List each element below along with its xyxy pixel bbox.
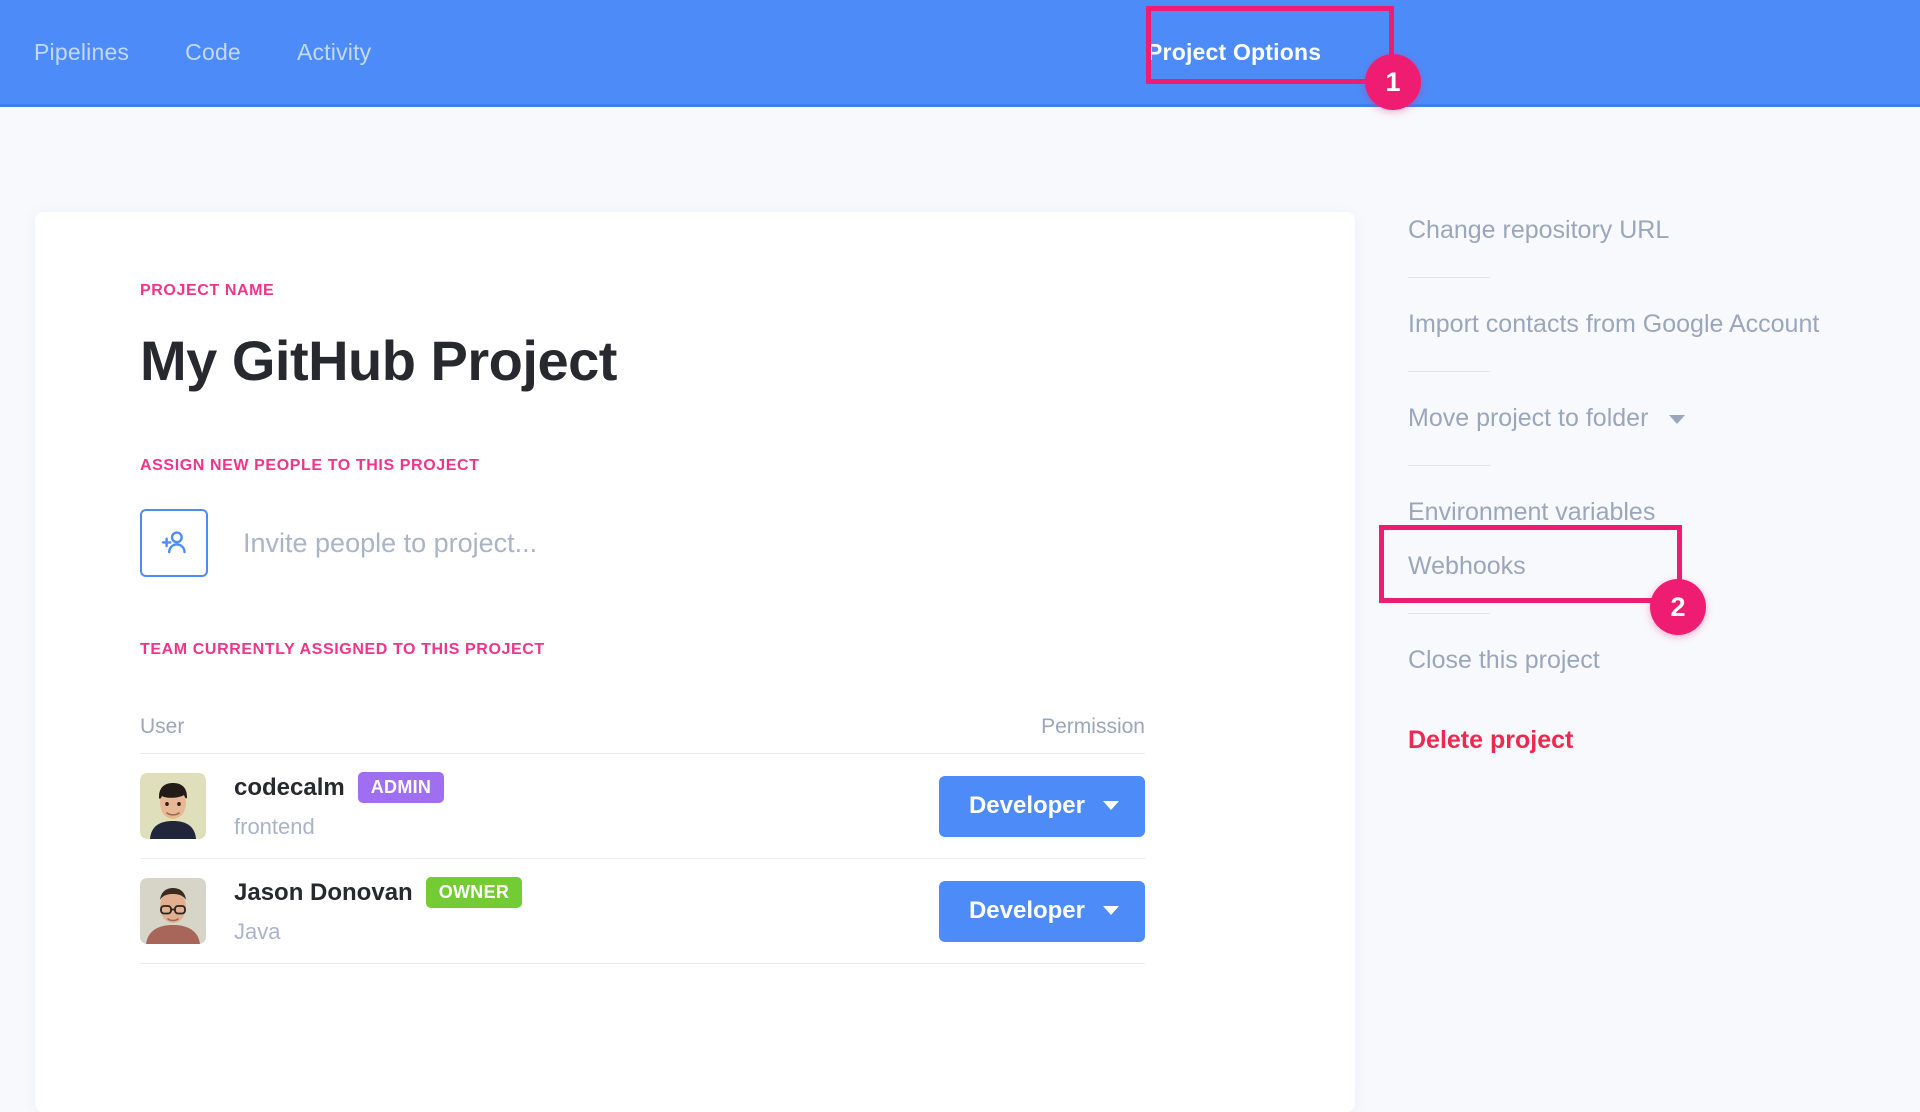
table-row: codecalm ADMIN frontend Developer [140, 754, 1145, 859]
permission-dropdown-label: Developer [968, 896, 1085, 924]
column-header-permission: Permission [1041, 715, 1145, 738]
option-import-contacts[interactable]: Import contacts from Google Account [1408, 312, 1888, 337]
permission-dropdown-label: Developer [968, 791, 1085, 819]
option-environment-variables[interactable]: Environment variables [1408, 500, 1888, 525]
status-badge: ADMIN [357, 772, 445, 803]
user-name: Jason Donovan [234, 878, 413, 906]
annotation-badge-1: 1 [1365, 54, 1421, 110]
top-navigation-bar: Pipelines Code Activity Project Options [0, 0, 1920, 107]
divider [1408, 465, 1490, 466]
nav-item-pipelines[interactable]: Pipelines [34, 39, 129, 66]
user-name: codecalm [234, 773, 345, 801]
team-table-header: User Permission [140, 715, 1145, 754]
invite-people-input[interactable]: Invite people to project... [243, 528, 537, 559]
user-info: Jason Donovan OWNER Java [234, 877, 939, 945]
invite-row: Invite people to project... [140, 509, 1355, 577]
avatar [140, 773, 206, 839]
permission-dropdown-button[interactable]: Developer [938, 775, 1145, 837]
page-title: My GitHub Project [140, 329, 617, 392]
user-subtitle: Java [234, 919, 281, 944]
nav-item-code[interactable]: Code [185, 39, 241, 66]
column-header-user: User [140, 715, 185, 738]
chevron-down-icon [1103, 801, 1119, 810]
nav-links-group: Pipelines Code Activity [34, 0, 371, 104]
user-info: codecalm ADMIN frontend [234, 772, 939, 840]
divider [1408, 277, 1490, 278]
project-options-group: Project Options [1147, 0, 1321, 104]
project-name-label: PROJECT NAME [140, 282, 275, 299]
team-assigned-label: TEAM CURRENTLY ASSIGNED TO THIS PROJECT [140, 641, 545, 658]
nav-item-activity[interactable]: Activity [297, 39, 371, 66]
user-subtitle: frontend [234, 814, 315, 839]
option-move-project-label: Move project to folder [1408, 404, 1649, 432]
avatar [140, 878, 206, 944]
project-options-list: Change repository URL Import contacts fr… [1408, 218, 1888, 753]
status-badge: OWNER [425, 877, 523, 908]
annotation-badge-2: 2 [1650, 579, 1706, 635]
project-settings-card: PROJECT NAME My GitHub Project ASSIGN NE… [35, 212, 1355, 1112]
option-change-repository-url[interactable]: Change repository URL [1408, 218, 1888, 243]
option-webhooks[interactable]: Webhooks [1408, 554, 1888, 579]
divider [1408, 613, 1490, 614]
option-delete-project[interactable]: Delete project [1408, 728, 1888, 753]
option-close-this-project[interactable]: Close this project [1408, 648, 1888, 673]
nav-item-project-options[interactable]: Project Options [1147, 39, 1321, 66]
divider [1408, 371, 1490, 372]
chevron-down-icon [1669, 414, 1686, 424]
chevron-down-icon [1103, 906, 1119, 915]
assign-people-label: ASSIGN NEW PEOPLE TO THIS PROJECT [140, 457, 480, 474]
permission-dropdown-button[interactable]: Developer [938, 880, 1145, 942]
add-person-icon[interactable] [140, 509, 208, 577]
option-move-project-to-folder[interactable]: Move project to folder [1408, 406, 1888, 431]
table-row: Jason Donovan OWNER Java Developer [140, 859, 1145, 964]
